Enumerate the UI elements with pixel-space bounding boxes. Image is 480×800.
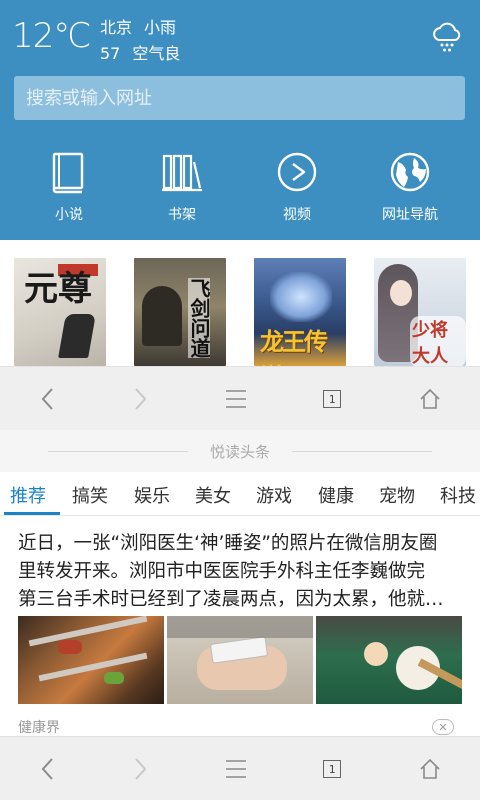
shortcut-grid: 小说 书架 视频 网址导航: [0, 150, 480, 234]
globe-icon: [390, 152, 430, 192]
tab-count: 1: [328, 762, 336, 776]
book-title: 少将大人: [410, 316, 466, 366]
aqi-value: 57: [100, 44, 121, 63]
home-icon: [420, 388, 440, 409]
back-button[interactable]: [0, 367, 96, 431]
shortcut-label: 书架: [168, 207, 196, 223]
article-thumbnail[interactable]: [18, 616, 164, 704]
book-cover-strip: 元尊 飞剑问道 龙王传说 少将大人: [0, 240, 480, 366]
back-icon: [41, 388, 53, 410]
city-name: 北京: [100, 18, 133, 37]
menu-icon: [226, 390, 246, 408]
home-icon: [420, 758, 440, 779]
home-button[interactable]: [382, 737, 478, 800]
category-tabs: 推荐 搞笑 娱乐 美女 游戏 健康 宠物 科技: [0, 472, 480, 516]
back-button[interactable]: [0, 737, 96, 800]
article-source: 健康界: [18, 720, 60, 736]
book-title: 飞剑问道: [187, 278, 211, 358]
weather-header: 12℃ 北京小雨 57 空气良 小说: [0, 0, 480, 240]
article-line: 里转发开来。浏阳市中医医院手外科主任李巍做完: [18, 561, 426, 582]
tab-games[interactable]: 游戏: [256, 482, 292, 508]
tab-recommend[interactable]: 推荐: [10, 482, 46, 508]
dismiss-button[interactable]: ✕: [432, 719, 454, 735]
search-input[interactable]: [14, 76, 465, 120]
article-line: 近日，一张“浏阳医生‘神’睡姿”的照片在微信朋友圈: [18, 533, 438, 554]
weather-condition: 小雨: [144, 18, 177, 37]
weather-location-line: 北京 小雨: [100, 14, 176, 38]
book-title: 元尊: [24, 269, 92, 309]
menu-icon: [226, 760, 246, 778]
tabs-button[interactable]: 1: [284, 367, 380, 431]
book-cover[interactable]: 元尊: [14, 258, 106, 366]
book-cover[interactable]: 飞剑问道: [134, 258, 226, 366]
book-title: 龙王传说: [260, 327, 328, 366]
shortcut-video[interactable]: 视频: [242, 150, 352, 224]
tabs-icon: 1: [323, 760, 341, 778]
book-cover[interactable]: 少将大人: [374, 258, 466, 366]
cloud-rain-icon[interactable]: [430, 20, 464, 54]
bottom-browser-toolbar: 1: [0, 736, 480, 800]
browser-toolbar: 1: [0, 366, 480, 430]
article-line: 第三台手术时已经到了凌晨两点，因为太累，他就…: [18, 589, 444, 610]
menu-button[interactable]: [188, 737, 284, 800]
active-tab-indicator: [4, 512, 60, 515]
search-bar[interactable]: [14, 76, 465, 120]
air-quality-text: 空气良: [132, 44, 181, 63]
tab-entertainment[interactable]: 娱乐: [134, 482, 170, 508]
tab-pets[interactable]: 宠物: [379, 482, 415, 508]
tabs-icon: 1: [323, 390, 341, 408]
news-section-header: 悦读头条: [0, 430, 480, 472]
article-thumbnail[interactable]: [167, 616, 313, 704]
shortcut-novel[interactable]: 小说: [14, 150, 124, 224]
tab-tech[interactable]: 科技: [440, 482, 476, 508]
shortcut-bookshelf[interactable]: 书架: [127, 150, 237, 224]
tab-funny[interactable]: 搞笑: [72, 482, 108, 508]
forward-icon: [135, 388, 147, 410]
book-icon: [52, 152, 84, 194]
close-icon: ✕: [438, 720, 448, 734]
menu-button[interactable]: [188, 367, 284, 431]
forward-button[interactable]: [92, 737, 188, 800]
news-section-title: 悦读头条: [209, 443, 270, 461]
air-quality-line: 57 空气良: [100, 40, 180, 64]
shortcut-label: 小说: [55, 207, 83, 223]
back-icon: [41, 758, 53, 780]
temperature: 12℃: [12, 16, 91, 56]
play-icon: [277, 152, 317, 192]
tab-count: 1: [328, 392, 336, 406]
news-feed: 悦读头条 推荐 搞笑 娱乐 美女 游戏 健康 宠物 科技 近日，一张“浏阳医生‘…: [0, 430, 480, 736]
bookshelf-icon: [162, 154, 202, 192]
tabs-button[interactable]: 1: [284, 737, 380, 800]
shortcut-label: 视频: [283, 207, 311, 223]
article-snippet[interactable]: 近日，一张“浏阳医生‘神’睡姿”的照片在微信朋友圈 里转发开来。浏阳市中医医院手…: [18, 530, 466, 614]
shortcut-label: 网址导航: [382, 207, 438, 223]
tab-beauty[interactable]: 美女: [195, 482, 231, 508]
book-cover[interactable]: 龙王传说: [254, 258, 346, 366]
tab-health[interactable]: 健康: [318, 482, 354, 508]
forward-button[interactable]: [92, 367, 188, 431]
article-thumbnails: [18, 616, 464, 704]
home-button[interactable]: [382, 367, 478, 431]
forward-icon: [135, 758, 147, 780]
shortcut-site-nav[interactable]: 网址导航: [355, 150, 465, 224]
article-thumbnail[interactable]: [316, 616, 462, 704]
